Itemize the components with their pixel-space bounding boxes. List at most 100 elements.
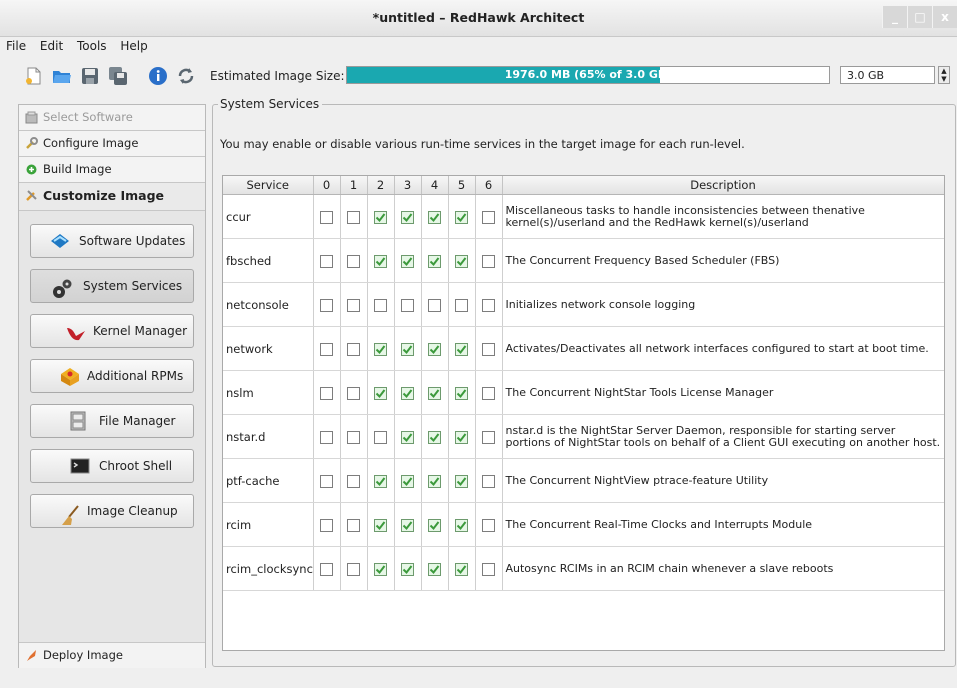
runlevel-5-checkbox[interactable] <box>455 342 468 356</box>
runlevel-4-checkbox[interactable] <box>428 562 441 576</box>
runlevel-3-checkbox[interactable] <box>401 254 414 268</box>
runlevel-5-checkbox[interactable] <box>455 518 468 532</box>
runlevel-0-checkbox[interactable] <box>320 430 333 444</box>
runlevel-4-checkbox[interactable] <box>428 342 441 356</box>
runlevel-4-checkbox[interactable] <box>428 298 441 312</box>
system-services-button[interactable]: System Services <box>30 269 194 303</box>
runlevel-6-checkbox[interactable] <box>482 298 495 312</box>
column-header-level-3[interactable]: 3 <box>394 176 422 195</box>
runlevel-2-checkbox[interactable] <box>374 210 387 224</box>
column-header-level-4[interactable]: 4 <box>421 176 449 195</box>
runlevel-1-checkbox[interactable] <box>347 298 360 312</box>
runlevel-1-checkbox[interactable] <box>347 342 360 356</box>
runlevel-6-checkbox[interactable] <box>482 386 495 400</box>
runlevel-6-checkbox[interactable] <box>482 342 495 356</box>
runlevel-4-checkbox[interactable] <box>428 518 441 532</box>
tab-select-software[interactable]: Select Software <box>19 105 205 131</box>
runlevel-6-checkbox[interactable] <box>482 474 495 488</box>
runlevel-2-checkbox[interactable] <box>374 254 387 268</box>
file-manager-button[interactable]: File Manager <box>30 404 194 438</box>
runlevel-0-checkbox[interactable] <box>320 298 333 312</box>
runlevel-0-checkbox[interactable] <box>320 342 333 356</box>
column-header-level-6[interactable]: 6 <box>475 176 503 195</box>
menu-help[interactable]: Help <box>114 36 151 53</box>
info-icon[interactable] <box>148 66 168 86</box>
runlevel-6-checkbox[interactable] <box>482 518 495 532</box>
table-row[interactable]: fbsched The Concurrent Frequency Based Sc… <box>223 238 944 283</box>
runlevel-6-checkbox[interactable] <box>482 430 495 444</box>
runlevel-5-checkbox[interactable] <box>455 386 468 400</box>
runlevel-5-checkbox[interactable] <box>455 474 468 488</box>
column-header-level-0[interactable]: 0 <box>313 176 341 195</box>
save-as-icon[interactable] <box>108 66 128 86</box>
tab-deploy-image[interactable]: Deploy Image <box>19 642 205 668</box>
runlevel-2-checkbox[interactable] <box>374 298 387 312</box>
column-header-level-2[interactable]: 2 <box>367 176 395 195</box>
runlevel-5-checkbox[interactable] <box>455 210 468 224</box>
runlevel-2-checkbox[interactable] <box>374 386 387 400</box>
runlevel-2-checkbox[interactable] <box>374 342 387 356</box>
runlevel-3-checkbox[interactable] <box>401 342 414 356</box>
column-header-service[interactable]: Service <box>223 176 314 195</box>
runlevel-0-checkbox[interactable] <box>320 386 333 400</box>
table-row[interactable]: rcim_clocksync Autosync RCIMs in an RCIM … <box>223 546 944 591</box>
maximize-button[interactable]: □ <box>907 6 932 28</box>
runlevel-3-checkbox[interactable] <box>401 210 414 224</box>
runlevel-0-checkbox[interactable] <box>320 518 333 532</box>
close-button[interactable]: x <box>932 6 957 28</box>
runlevel-5-checkbox[interactable] <box>455 562 468 576</box>
runlevel-4-checkbox[interactable] <box>428 254 441 268</box>
runlevel-3-checkbox[interactable] <box>401 518 414 532</box>
runlevel-6-checkbox[interactable] <box>482 254 495 268</box>
new-file-icon[interactable] <box>24 66 44 86</box>
table-row[interactable]: ccur Miscellaneous tasks to handle incons… <box>223 194 944 239</box>
image-cleanup-button[interactable]: Image Cleanup <box>30 494 194 528</box>
runlevel-4-checkbox[interactable] <box>428 210 441 224</box>
runlevel-5-checkbox[interactable] <box>455 254 468 268</box>
menu-tools[interactable]: Tools <box>71 36 111 53</box>
menu-edit[interactable]: Edit <box>34 36 67 53</box>
column-header-level-5[interactable]: 5 <box>448 176 476 195</box>
save-icon[interactable] <box>80 66 100 86</box>
runlevel-1-checkbox[interactable] <box>347 386 360 400</box>
size-spinner[interactable]: ▲ ▼ <box>938 66 950 84</box>
table-row[interactable]: nstar.d nstar.d is the NightStar Server D… <box>223 414 944 459</box>
table-row[interactable]: network Activates/Deactivates all network… <box>223 326 944 371</box>
runlevel-0-checkbox[interactable] <box>320 254 333 268</box>
runlevel-0-checkbox[interactable] <box>320 474 333 488</box>
runlevel-1-checkbox[interactable] <box>347 562 360 576</box>
image-size-field[interactable]: 3.0 GB <box>840 66 935 84</box>
column-header-level-1[interactable]: 1 <box>340 176 368 195</box>
runlevel-2-checkbox[interactable] <box>374 430 387 444</box>
refresh-icon[interactable] <box>176 66 196 86</box>
runlevel-6-checkbox[interactable] <box>482 210 495 224</box>
tab-build-image[interactable]: Build Image <box>19 157 205 183</box>
runlevel-1-checkbox[interactable] <box>347 430 360 444</box>
runlevel-1-checkbox[interactable] <box>347 210 360 224</box>
runlevel-3-checkbox[interactable] <box>401 474 414 488</box>
runlevel-3-checkbox[interactable] <box>401 562 414 576</box>
runlevel-4-checkbox[interactable] <box>428 474 441 488</box>
chroot-shell-button[interactable]: Chroot Shell <box>30 449 194 483</box>
runlevel-6-checkbox[interactable] <box>482 562 495 576</box>
runlevel-0-checkbox[interactable] <box>320 210 333 224</box>
minimize-button[interactable]: _ <box>882 6 907 28</box>
table-row[interactable]: netconsole Initializes network console lo… <box>223 282 944 327</box>
column-header-description[interactable]: Description <box>502 176 944 195</box>
runlevel-1-checkbox[interactable] <box>347 254 360 268</box>
runlevel-5-checkbox[interactable] <box>455 430 468 444</box>
software-updates-button[interactable]: Software Updates <box>30 224 194 258</box>
additional-rpms-button[interactable]: Additional RPMs <box>30 359 194 393</box>
table-row[interactable]: rcim The Concurrent Real-Time Clocks and … <box>223 502 944 547</box>
tab-configure-image[interactable]: Configure Image <box>19 131 205 157</box>
menu-file[interactable]: File <box>0 36 30 53</box>
table-row[interactable]: ptf-cache The Concurrent NightView ptrace… <box>223 458 944 503</box>
runlevel-2-checkbox[interactable] <box>374 562 387 576</box>
runlevel-3-checkbox[interactable] <box>401 386 414 400</box>
runlevel-2-checkbox[interactable] <box>374 518 387 532</box>
open-folder-icon[interactable] <box>52 66 72 86</box>
runlevel-2-checkbox[interactable] <box>374 474 387 488</box>
runlevel-4-checkbox[interactable] <box>428 386 441 400</box>
runlevel-3-checkbox[interactable] <box>401 298 414 312</box>
runlevel-4-checkbox[interactable] <box>428 430 441 444</box>
